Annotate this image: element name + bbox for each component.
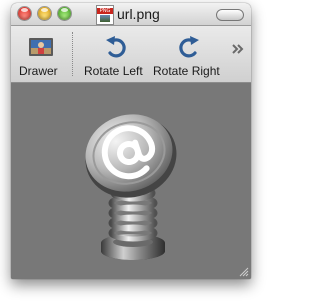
- drawer-button[interactable]: Drawer: [13, 26, 69, 82]
- zoom-button[interactable]: [58, 7, 71, 20]
- window-title: url.png: [117, 6, 160, 22]
- at-sign-spring-icon: [85, 114, 177, 260]
- close-button[interactable]: [18, 7, 31, 20]
- rotate-left-button[interactable]: Rotate Left: [79, 26, 153, 82]
- png-badge-text: PNG: [97, 8, 113, 14]
- png-file-icon[interactable]: PNG: [96, 5, 114, 25]
- rotate-left-label: Rotate Left: [84, 64, 143, 78]
- drawer-label: Drawer: [19, 64, 58, 78]
- minimize-button[interactable]: [38, 7, 51, 20]
- rotate-right-label: Rotate Right: [153, 64, 220, 78]
- rotate-right-icon: [179, 36, 199, 58]
- rotate-left-icon: [106, 36, 126, 58]
- title-bar[interactable]: PNG url.png: [11, 3, 251, 26]
- drawer-icon: [29, 38, 53, 56]
- image-viewer-window: PNG url.png Drawer Rotate Left Rotate Ri…: [11, 3, 251, 279]
- rotate-right-button[interactable]: Rotate Right: [153, 26, 227, 82]
- toolbar-separator: [72, 32, 73, 76]
- resize-grip-icon[interactable]: [237, 265, 249, 277]
- image-canvas: [11, 83, 251, 279]
- toolbar-toggle-button[interactable]: [216, 9, 244, 21]
- toolbar: Drawer Rotate Left Rotate Right: [11, 26, 251, 83]
- chevron-double-right-icon[interactable]: [231, 42, 245, 56]
